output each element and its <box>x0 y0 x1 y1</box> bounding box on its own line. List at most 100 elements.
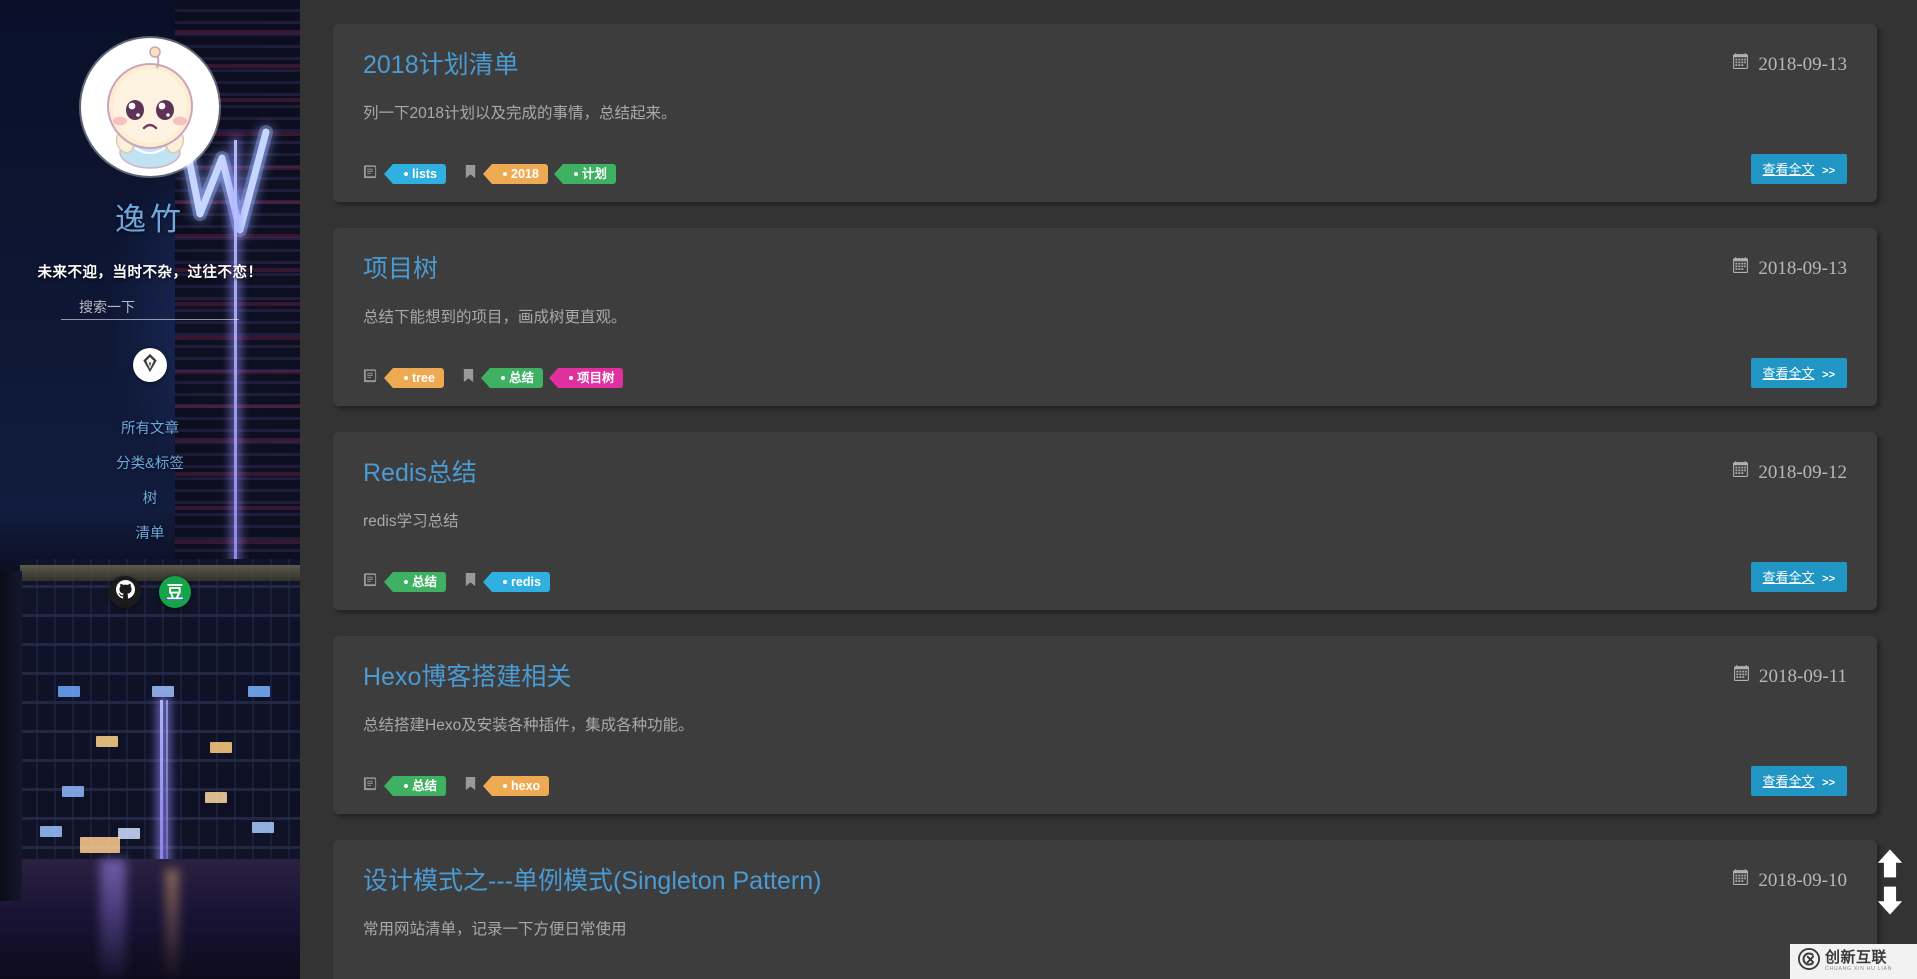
post-date: 2018-09-12 <box>1732 458 1847 484</box>
github-link[interactable] <box>109 576 141 608</box>
lit-window <box>205 792 227 803</box>
post-tags: hexo <box>464 776 550 796</box>
douban-link[interactable]: 豆 <box>159 576 191 608</box>
post-title[interactable]: Hexo博客搭建相关 <box>363 662 571 692</box>
post-meta: lists 2018 计划 <box>363 164 627 184</box>
page-root: 逸竹 未来不迎，当时不杂，过往不恋！ 所有文章 分类&标签 <box>0 0 1917 979</box>
read-more-button[interactable]: 查看全文 >> <box>1750 766 1847 796</box>
plaza-ground <box>0 859 300 979</box>
bookmark-icon <box>464 776 477 796</box>
post-card: 项目树 2018-09-13 总结下能想到的项目，画成树更直观。 tree 总结… <box>333 228 1877 406</box>
tag-dot <box>404 172 408 176</box>
sidebar-item-tree[interactable]: 树 <box>0 480 300 515</box>
calendar-icon <box>1732 53 1749 76</box>
category-tag[interactable]: 总结 <box>383 572 447 592</box>
new-post-button[interactable] <box>133 348 167 382</box>
book-icon <box>363 776 378 796</box>
tag-dot <box>573 172 578 176</box>
post-categories: tree <box>363 368 444 388</box>
category-tag[interactable]: tree <box>384 368 444 388</box>
post-tags: 2018 计划 <box>464 164 616 184</box>
read-more-arrow: >> <box>1822 165 1835 177</box>
category-tag[interactable]: 总结 <box>383 776 447 796</box>
post-tag[interactable]: 计划 <box>553 164 616 184</box>
post-tags: redis <box>464 572 550 592</box>
foreground-pillar <box>0 571 22 901</box>
bookmark-icon <box>464 164 477 184</box>
post-card: 设计模式之---单例模式(Singleton Pattern) 2018-09-… <box>333 840 1877 979</box>
calendar-icon <box>1732 869 1749 892</box>
read-more-button[interactable]: 查看全文 >> <box>1750 562 1847 592</box>
post-excerpt: redis学习总结 <box>363 513 459 530</box>
post-meta: 总结 hexo <box>363 776 560 796</box>
douban-icon: 豆 <box>166 582 184 602</box>
post-tag[interactable]: 总结 <box>480 368 543 388</box>
tag-dot <box>404 784 408 788</box>
post-tag[interactable]: hexo <box>482 776 550 796</box>
post-excerpt: 总结搭建Hexo及安装各种插件，集成各种功能。 <box>363 717 694 734</box>
category-label: tree <box>412 371 435 385</box>
read-more-button[interactable]: 查看全文 >> <box>1750 358 1847 388</box>
light-reflection <box>100 859 126 979</box>
post-title[interactable]: 2018计划清单 <box>363 50 519 80</box>
book-icon <box>363 164 378 184</box>
category-label: lists <box>412 167 438 181</box>
tag-dot <box>503 580 508 584</box>
post-date: 2018-09-10 <box>1732 866 1847 892</box>
post-date: 2018-09-13 <box>1732 50 1847 76</box>
lit-window <box>152 686 174 697</box>
tag-dot <box>568 376 573 380</box>
post-date-text: 2018-09-13 <box>1758 53 1847 75</box>
tag-dot <box>503 784 508 788</box>
read-more-arrow: >> <box>1822 777 1835 789</box>
tag-label: 总结 <box>508 371 534 385</box>
avatar <box>81 38 219 176</box>
watermark-logo-icon <box>1798 948 1820 975</box>
category-tag[interactable]: lists <box>383 164 447 184</box>
read-more-arrow: >> <box>1822 369 1835 381</box>
category-label: 总结 <box>412 779 438 793</box>
post-date: 2018-09-11 <box>1733 662 1847 688</box>
search-box <box>61 296 239 320</box>
post-date: 2018-09-13 <box>1732 254 1847 280</box>
post-tag[interactable]: 2018 <box>483 164 548 184</box>
sidebar-item-categories-tags[interactable]: 分类&标签 <box>0 445 300 480</box>
tag-label: hexo <box>511 779 541 793</box>
tag-label: 项目树 <box>576 371 615 385</box>
lit-window <box>58 686 80 697</box>
post-title[interactable]: 设计模式之---单例模式(Singleton Pattern) <box>363 866 821 896</box>
lit-window <box>96 736 118 747</box>
read-more-button[interactable]: 查看全文 >> <box>1750 154 1847 184</box>
sidebar-item-lists[interactable]: 清单 <box>0 515 300 550</box>
tag-dot <box>500 376 505 380</box>
lit-window <box>40 826 62 837</box>
lit-window <box>80 837 120 853</box>
post-title[interactable]: 项目树 <box>363 254 438 284</box>
tag-dot <box>404 376 408 380</box>
lit-window <box>210 742 232 753</box>
post-tag[interactable]: redis <box>483 572 550 592</box>
social-links: 豆 <box>0 576 300 608</box>
read-more-arrow: >> <box>1822 573 1835 585</box>
search-input[interactable] <box>61 296 239 320</box>
lit-window <box>252 822 274 833</box>
post-title[interactable]: Redis总结 <box>363 458 477 488</box>
post-card: Hexo博客搭建相关 2018-09-11 总结搭建Hexo及安装各种插件，集成… <box>333 636 1877 814</box>
post-categories: 总结 <box>363 776 447 796</box>
sidebar-item-all-posts[interactable]: 所有文章 <box>0 410 300 445</box>
bookmark-icon <box>464 572 477 592</box>
read-more-label: 查看全文 <box>1762 366 1815 381</box>
pen-nib-icon <box>140 353 160 378</box>
post-tag[interactable]: 项目树 <box>549 368 624 388</box>
scroll-to-top-button[interactable] <box>1875 847 1905 881</box>
post-card: Redis总结 2018-09-12 redis学习总结 总结 redis 查看… <box>333 432 1877 610</box>
tag-dot <box>503 172 508 176</box>
post-meta: 总结 redis <box>363 572 561 592</box>
watermark-title: 创新互联 <box>1825 949 1888 967</box>
tag-label: redis <box>511 575 541 589</box>
site-title: 逸竹 <box>115 202 185 237</box>
scroll-to-bottom-button[interactable] <box>1875 883 1905 917</box>
post-date-text: 2018-09-13 <box>1758 257 1847 279</box>
post-excerpt: 列一下2018计划以及完成的事情，总结起来。 <box>363 105 677 122</box>
sidebar: 逸竹 未来不迎，当时不杂，过往不恋！ 所有文章 分类&标签 <box>0 0 300 979</box>
